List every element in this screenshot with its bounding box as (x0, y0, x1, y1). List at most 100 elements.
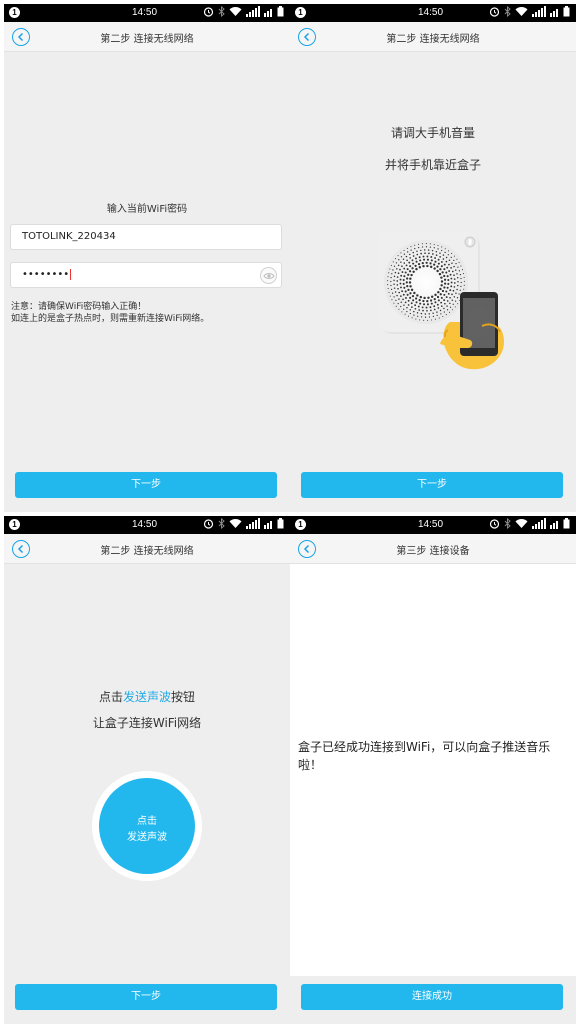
speaker-grille-dot (400, 261, 402, 263)
speaker-grille-dot (444, 251, 446, 254)
instruction-line-1: 请调大手机音量 (390, 126, 475, 140)
speaker-grille-dot (450, 277, 453, 280)
speaker-grille-dot (390, 288, 393, 291)
speaker-grille-dot (449, 273, 452, 276)
speaker-grille-dot (456, 258, 458, 260)
speaker-grille-dot (445, 314, 447, 316)
speaker-grille-dot (415, 257, 417, 260)
alarm-icon (203, 7, 214, 17)
speaker-grille-dot (453, 286, 456, 288)
speaker-grille-dot (417, 243, 420, 245)
speaker-grille-dot (443, 263, 446, 266)
next-button[interactable]: 下一步 (301, 472, 563, 498)
speaker-grille-dot (446, 266, 449, 269)
speaker-grille-dot (422, 309, 424, 312)
show-password-toggle[interactable] (260, 267, 277, 284)
speaker-grille-dot (432, 253, 434, 255)
notification-badge: 1 (295, 519, 306, 530)
speaker-grille-dot (398, 291, 401, 294)
speaker-grille-dot (411, 267, 414, 270)
speaker-grille-dot (391, 292, 394, 294)
speaker-grille-dot (459, 289, 461, 291)
screen-volume-instruction: 1 14:50 第二步 连接无线网络 请调大手机音量 并将手机靠近盒子 下一步 (290, 4, 576, 512)
speaker-grille-dot (454, 306, 456, 308)
speaker-grille-dot (412, 255, 415, 257)
speaker-grille-dot (397, 264, 400, 267)
bluetooth-icon (504, 6, 511, 17)
speaker-grille-dot (441, 246, 443, 248)
speaker-grille-dot (406, 306, 408, 309)
speaker-grille-dot (400, 256, 403, 258)
speaker-grille-dot (390, 284, 392, 287)
speaker-grille-dot (415, 267, 418, 271)
next-button[interactable]: 下一步 (15, 472, 277, 498)
speaker-grille-dot (392, 261, 394, 263)
speaker-grille-dot (390, 264, 392, 266)
speaker-grille-dot (410, 273, 413, 277)
speaker-grille-dot (434, 260, 437, 263)
speaker-grille-dot (423, 319, 425, 321)
title-bar: 第二步 连接无线网络 (4, 534, 290, 564)
speaker-grille-dot (403, 308, 405, 310)
speaker-grille-dot (397, 287, 399, 290)
password-note: 注意：请确保WiFi密码输入正确！ 如连上的是盒子热点时，则需重新连接WiFi网… (11, 301, 209, 325)
speaker-grille-dot (387, 280, 389, 282)
speaker-grille-dot (433, 297, 436, 301)
notification-badge: 1 (9, 519, 20, 530)
speaker-grille-dot (446, 309, 449, 311)
bluetooth-icon (504, 518, 511, 529)
speaker-grille-dot (439, 293, 442, 296)
speaker-grille-dot (447, 279, 450, 282)
speaker-grille-dot (430, 302, 433, 305)
speaker-grille-dot (449, 296, 451, 299)
signal-icon (264, 9, 272, 17)
speaker-grille-dot (463, 276, 465, 278)
speaker-grille-dot (388, 291, 390, 293)
speaker-grille-dot (411, 306, 413, 308)
speaker-grille-dot (430, 295, 434, 298)
speaker-grille-dot (455, 292, 457, 295)
speaker-grille-dot (442, 254, 445, 256)
status-bar: 1 14:50 (290, 4, 576, 22)
speaker-grille-dot (438, 272, 442, 276)
speaker-grille-dot (407, 288, 410, 291)
connect-success-button[interactable]: 连接成功 (301, 984, 563, 1010)
next-button[interactable]: 下一步 (15, 984, 277, 1010)
screen-enter-wifi-password: 1 14:50 第二步 连接无线网络 输入当前WiFi密码 TOTOLINK_2… (4, 4, 290, 512)
speaker-grille-dot (453, 265, 455, 268)
speaker-grille-dot (427, 249, 430, 251)
speaker-grille-dot (451, 293, 453, 296)
ssid-field[interactable]: TOTOLINK_220434 (10, 224, 282, 250)
speaker-grille-dot (448, 263, 450, 266)
speaker-grille-dot (457, 303, 459, 305)
speaker-grille-dot (425, 243, 427, 245)
speaker-grille-dot (430, 299, 433, 302)
speaker-grille-dot (391, 273, 393, 275)
title-bar: 第二步 连接无线网络 (4, 22, 290, 52)
speaker-grille-dot (414, 244, 416, 246)
speaker-grille-dot (397, 302, 399, 305)
speaker-grille-dot (412, 270, 415, 274)
speaker-grille-dot (409, 257, 412, 259)
speaker-grille-dot (442, 315, 444, 318)
speaker-grille-dot (400, 295, 402, 297)
speaker-grille-dot (440, 301, 443, 304)
speaker-grille-dot (409, 292, 412, 295)
speaker-grille-dot (447, 282, 450, 285)
speaker-grille-dot (413, 310, 415, 313)
speaker-grille-dot (456, 277, 459, 279)
speaker-grille-dot (409, 285, 412, 288)
title-bar: 第三步 连接设备 (290, 534, 576, 564)
speaker-grille-dot (429, 265, 433, 269)
speaker-grille-dot (409, 277, 412, 280)
send-sound-wave-button[interactable]: 点击 发送声波 (99, 778, 195, 874)
speaker-grille-dot (426, 255, 429, 258)
speaker-grille-dot (403, 249, 405, 252)
speaker-grille-dot (433, 308, 436, 311)
speaker-grille-dot (432, 315, 435, 318)
speaker-grille-dot (447, 292, 450, 295)
password-field[interactable]: •••••••• (10, 262, 282, 288)
speaker-grille-dot (403, 267, 406, 270)
speaker-grille-dot (407, 299, 410, 302)
speaker-grille-dot (404, 290, 407, 293)
